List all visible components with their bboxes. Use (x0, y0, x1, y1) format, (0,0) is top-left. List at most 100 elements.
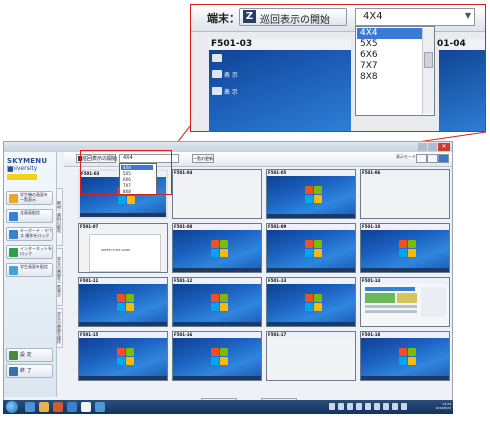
screen-tile[interactable]: F501-12 (172, 277, 262, 327)
tray-icon[interactable] (374, 403, 380, 410)
tray-icon[interactable] (401, 403, 407, 410)
exit-icon (9, 367, 18, 376)
tray-icon[interactable] (365, 403, 371, 410)
screen-tile[interactable]: F501-07 PREFECTURE NAME (78, 223, 168, 273)
tile-header: F501-12 (173, 278, 261, 284)
tray-icon[interactable] (392, 403, 398, 410)
sidebar-item-lock-internet[interactable]: インターネットを ロック (6, 245, 53, 259)
ie-icon[interactable] (25, 402, 35, 412)
layout-dropdown-list: 4X4 5X5 6X6 7X7 8X8 (355, 26, 435, 116)
monitor-icon (9, 194, 18, 203)
tray-icon[interactable] (383, 403, 389, 410)
tile-name: F501-07 (80, 224, 99, 229)
layout-select[interactable]: 4X4 ▼ (355, 8, 475, 26)
tile-name: F501-16 (174, 332, 193, 337)
web-content-block (397, 293, 417, 303)
tile-taskbar (80, 213, 166, 217)
share-icon (9, 266, 18, 275)
screen-tile[interactable]: F501-06 (360, 169, 450, 219)
screen-tile[interactable]: F501-10 (360, 223, 450, 273)
tray-icon[interactable] (347, 403, 353, 410)
tile-header: F501-16 (173, 332, 261, 338)
dropdown-scrollbar[interactable] (422, 28, 434, 114)
screen-tile[interactable]: F501-09 (266, 223, 356, 273)
layout-option[interactable]: 6X6 (357, 50, 422, 61)
maximize-button[interactable] (428, 143, 437, 151)
tab-screen-list[interactable]: 学生の画面を一覧表示 (56, 248, 63, 306)
screen-tile[interactable]: F501-15 (78, 331, 168, 381)
callout-screen-tile[interactable]: F501-03 表 示 表 示 (209, 39, 351, 131)
clock: 13:24 2016/8/22 (435, 402, 451, 410)
globe-icon (9, 248, 18, 257)
class-badge[interactable] (7, 174, 37, 180)
windows-logo-icon (305, 240, 323, 258)
tab-distribute[interactable]: 教材・資料の配布 (56, 188, 63, 246)
minimize-button[interactable] (418, 143, 427, 151)
view-mode-button[interactable] (438, 154, 449, 163)
web-content-block (365, 305, 417, 308)
sidebar-item-list-screens[interactable]: 学生機の画面を 一覧表示 (6, 191, 53, 205)
tray-icon[interactable] (329, 403, 335, 410)
start-button[interactable] (6, 401, 18, 413)
screen-tile[interactable]: F501-04 (172, 169, 262, 219)
screen-tile[interactable]: F501-18 (360, 331, 450, 381)
sidebar: SKYMENU ■ University 学生機の画面を 一覧表示 全画面配信 … (4, 152, 57, 397)
start-rotation-button[interactable]: Z 巡回表示の開始 (239, 8, 347, 26)
web-content-block (365, 293, 395, 303)
screen-tile[interactable]: F501-11 (78, 277, 168, 327)
tile-taskbar (173, 268, 261, 272)
screen-tile[interactable]: F501-17 (266, 331, 356, 381)
windows-logo-icon (305, 294, 323, 312)
taskbar: 13:24 2016/8/22 (3, 400, 453, 414)
screen-tile[interactable]: F501-08 (172, 223, 262, 273)
tile-header: F501-05 (267, 170, 355, 176)
tile-header: F501-18 (361, 332, 449, 338)
screen-tile[interactable]: F501-13 (266, 277, 356, 327)
scrollbar-thumb[interactable] (424, 52, 433, 68)
chevron-down-icon: ▼ (464, 11, 471, 20)
layout-option[interactable]: 4X4 (357, 28, 422, 39)
tab-operate[interactable]: 学生の画面を操作 (56, 308, 63, 348)
tile-name: F501-15 (80, 332, 99, 337)
app-icon[interactable] (81, 402, 91, 412)
web-content-block (365, 310, 417, 313)
screen-tile[interactable]: F501-14 (360, 277, 450, 327)
tile-name: F501-11 (80, 278, 99, 283)
tray-icon[interactable] (356, 403, 362, 410)
sidebar-item-exit[interactable]: 終 了 (6, 364, 53, 378)
screen-tile[interactable]: F501-05 (266, 169, 356, 219)
sidebar-item-broadcast[interactable]: 全画面配信 (6, 209, 53, 223)
screen-tile[interactable]: F501-16 (172, 331, 262, 381)
app-logo-sub: University (7, 165, 38, 172)
desktop-icon (212, 87, 222, 95)
view-mode-button[interactable] (427, 154, 438, 163)
tile-header: F501-09 (267, 224, 355, 230)
sidebar-item-lock-input[interactable]: キーボード・マウス 操作をロック (6, 227, 53, 241)
tile-taskbar (361, 376, 449, 380)
layout-option[interactable]: 8X8 (357, 72, 422, 83)
tile-name: F501-12 (174, 278, 193, 283)
callout-screen-tile[interactable]: 01-04 (437, 39, 485, 131)
app-icon[interactable] (67, 402, 77, 412)
view-mode-button[interactable] (416, 154, 427, 163)
media-icon[interactable] (53, 402, 63, 412)
sidebar-item-settings[interactable]: 設 定 (6, 348, 53, 362)
folder-icon[interactable] (39, 402, 49, 412)
tile-header: F501-04 (173, 170, 261, 176)
callout-toolbar: 端末： Z 巡回表示の開始 4X4 ▼ (191, 5, 485, 32)
layout-option[interactable]: 7X7 (357, 61, 422, 72)
windows-logo-icon (399, 348, 417, 366)
tile-name: F501-18 (362, 332, 381, 337)
tile-name: 01-04 (437, 39, 466, 49)
zoom-callout: 端末： Z 巡回表示の開始 4X4 ▼ F501-03 表 示 表 示 01-0… (190, 4, 486, 132)
layout-option[interactable]: 5X5 (357, 39, 422, 50)
terminal-label: 端末： (207, 12, 240, 25)
close-button[interactable]: ✕ (438, 143, 450, 151)
tile-header: F501-06 (361, 170, 449, 176)
sidebar-item-share-screen[interactable]: 学生画面を配信 (6, 263, 53, 277)
refresh-list-button[interactable]: 一覧の更新 (192, 154, 214, 163)
tile-name: F501-09 (268, 224, 287, 229)
windows-logo-icon (211, 294, 229, 312)
skymenu-icon[interactable] (95, 402, 105, 412)
tray-icon[interactable] (338, 403, 344, 410)
